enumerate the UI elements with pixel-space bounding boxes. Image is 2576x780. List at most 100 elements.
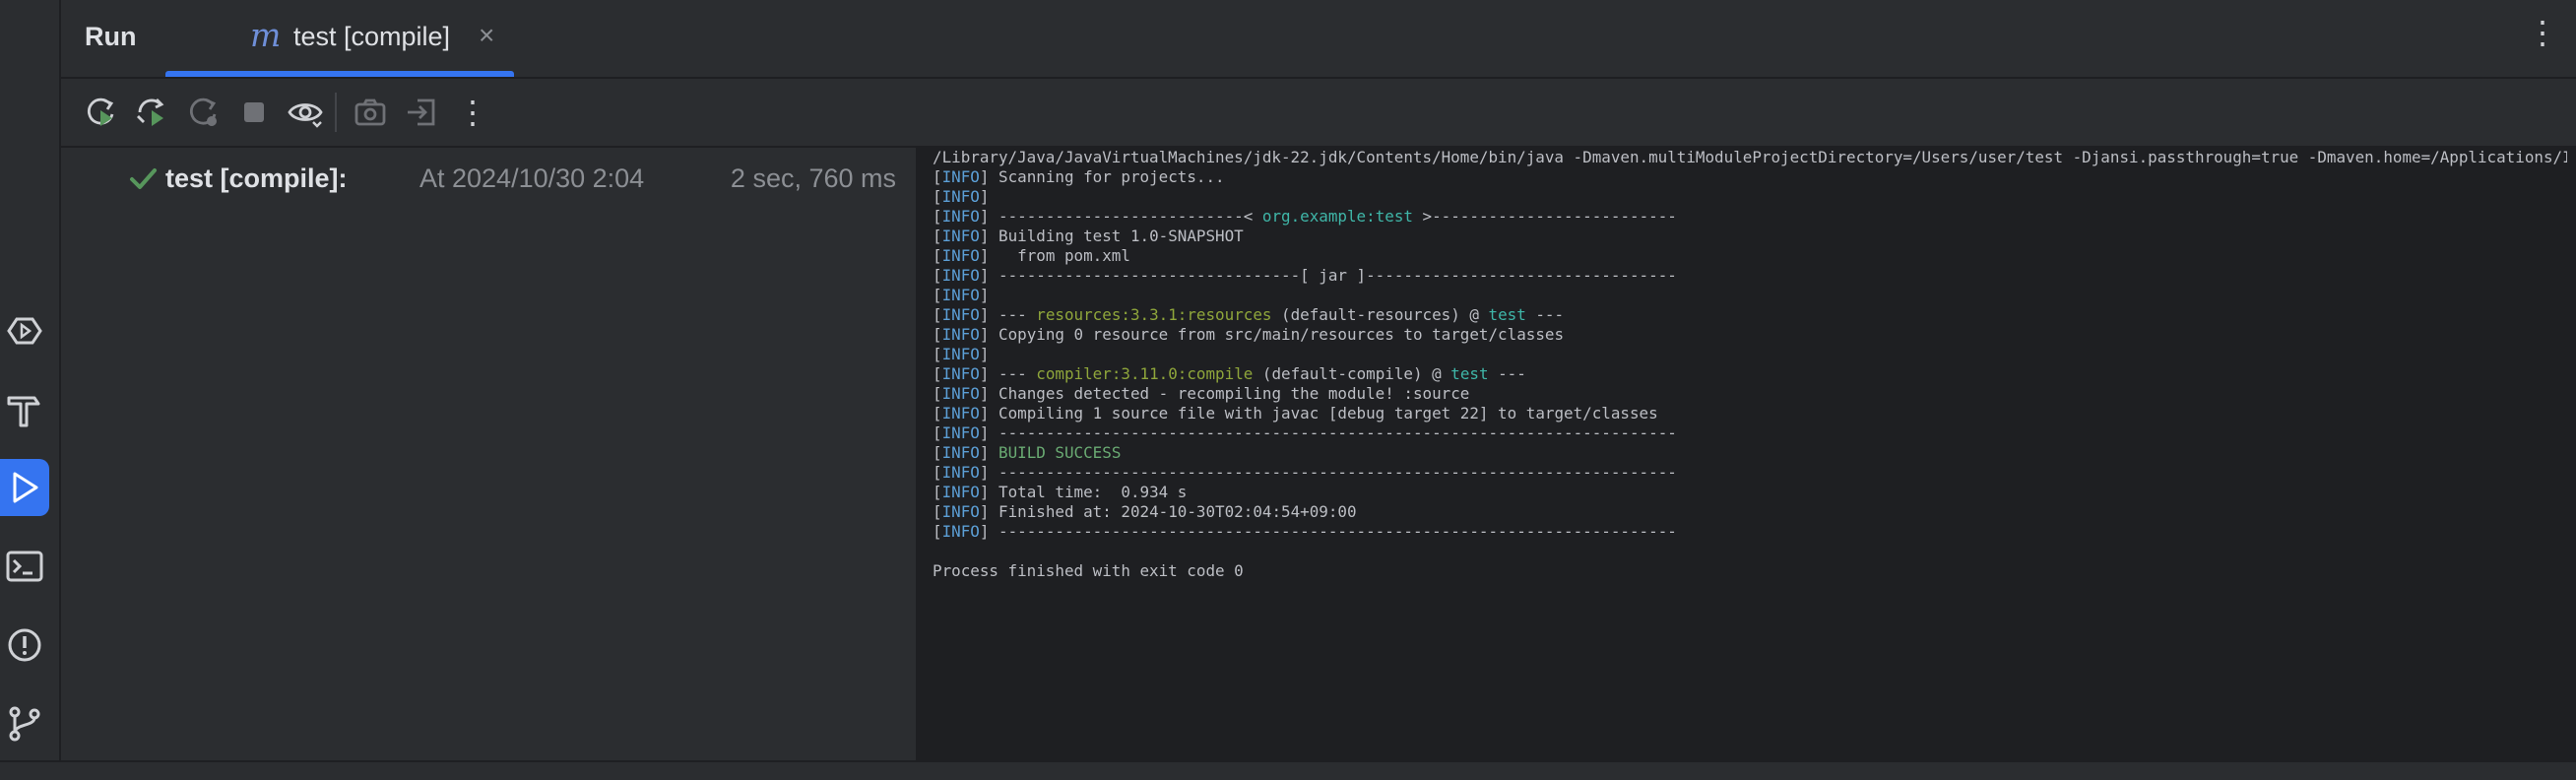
terminal-icon <box>6 551 43 582</box>
console-line: [INFO] <box>933 345 2567 364</box>
build-button[interactable] <box>0 381 49 438</box>
console-text: ----------------------------------------… <box>989 423 1677 442</box>
log-bracket: ] <box>979 502 990 521</box>
log-level-tag: INFO <box>941 167 980 186</box>
console-text: from pom.xml <box>989 246 1130 265</box>
console-text: Finished at: 2024-10-30T02:04:54+09:00 <box>989 502 1357 521</box>
console-line: [INFO] Compiling 1 source file with java… <box>933 404 2567 423</box>
run-tree-item[interactable]: test [compile]: At 2024/10/30 2:04 2 sec… <box>128 162 896 201</box>
git-branch-icon <box>9 706 40 742</box>
close-icon[interactable]: × <box>479 20 494 51</box>
rerun-button[interactable] <box>79 91 122 134</box>
log-bracket: ] <box>979 522 990 541</box>
show-button[interactable] <box>284 91 327 134</box>
run-tool-button[interactable] <box>0 459 49 516</box>
console-line: [INFO] BUILD SUCCESS <box>933 443 2567 463</box>
show-icon <box>288 103 323 128</box>
log-bracket: ] <box>979 167 990 186</box>
log-level-tag: INFO <box>941 345 980 363</box>
log-bracket: [ <box>933 246 942 265</box>
log-bracket: [ <box>933 345 942 363</box>
log-bracket: ] <box>979 325 990 344</box>
export-button[interactable] <box>400 91 443 134</box>
rerun-automatically-button[interactable] <box>181 91 225 134</box>
console-line: [INFO] ---------------------------------… <box>933 522 2567 542</box>
console-text: /Library/Java/JavaVirtualMachines/jdk-22… <box>933 148 2567 166</box>
log-level-tag: INFO <box>941 483 980 501</box>
console-text: BUILD SUCCESS <box>998 443 1122 462</box>
log-bracket: ] <box>979 423 990 442</box>
console-text: test <box>1488 305 1526 324</box>
console-line: [INFO] Finished at: 2024-10-30T02:04:54+… <box>933 502 2567 522</box>
rerun-failed-icon <box>137 98 164 126</box>
log-level-tag: INFO <box>941 423 980 442</box>
console-text: >-------------------------- <box>1412 207 1677 226</box>
log-level-tag: INFO <box>941 443 980 462</box>
log-bracket: [ <box>933 286 942 304</box>
git-button[interactable] <box>0 695 49 752</box>
check-icon <box>130 168 157 189</box>
console-lines: /Library/Java/JavaVirtualMachines/jdk-22… <box>933 148 2567 581</box>
problems-icon <box>8 628 41 662</box>
rerun-automatically-icon <box>189 98 217 126</box>
run-tree-item-time: At 2024/10/30 2:04 <box>419 163 645 193</box>
console-line: [INFO] Total time: 0.934 s <box>933 483 2567 502</box>
console-text: Changes detected - recompiling the modul… <box>989 384 1470 403</box>
run-toolbar: ⋮ <box>61 79 2576 148</box>
log-bracket: [ <box>933 423 942 442</box>
tab-test-compile[interactable]: m test [compile] × <box>165 0 514 77</box>
log-bracket: ] <box>979 443 990 462</box>
log-bracket: ] <box>979 345 990 363</box>
stop-icon <box>244 102 264 122</box>
log-bracket: ] <box>979 286 990 304</box>
console-line: [INFO] Scanning for projects... <box>933 167 2567 187</box>
console-text: org.example:test <box>1261 207 1413 226</box>
problems-button[interactable] <box>0 617 49 674</box>
services-button[interactable] <box>0 302 49 359</box>
console-line: /Library/Java/JavaVirtualMachines/jdk-22… <box>933 148 2567 167</box>
run-tree-item-name: test [compile]: <box>165 163 348 193</box>
services-icon <box>7 317 42 345</box>
console-line: [INFO] ---------------------------------… <box>933 463 2567 483</box>
console-output[interactable]: /Library/Java/JavaVirtualMachines/jdk-22… <box>919 148 2576 762</box>
log-bracket: [ <box>933 522 942 541</box>
console-text: (default-compile) @ <box>1253 364 1451 383</box>
header-more-icon[interactable]: ⋮ <box>2527 14 2558 51</box>
terminal-button[interactable] <box>0 538 49 595</box>
console-line: [INFO] Copying 0 resource from src/main/… <box>933 325 2567 345</box>
console-line: Process finished with exit code 0 <box>933 561 2567 581</box>
log-bracket: [ <box>933 325 942 344</box>
stop-button[interactable] <box>232 91 276 134</box>
console-line: [INFO] --- compiler:3.11.0:compile (defa… <box>933 364 2567 384</box>
log-bracket: [ <box>933 483 942 501</box>
run-tool-header: Run m test [compile] × ⋮ <box>61 0 2576 79</box>
log-bracket: ] <box>979 384 990 403</box>
console-line: [INFO] --- resources:3.3.1:resources (de… <box>933 305 2567 325</box>
log-level-tag: INFO <box>941 522 980 541</box>
console-line: [INFO] Building test 1.0-SNAPSHOT <box>933 227 2567 246</box>
screenshot-button[interactable] <box>349 91 392 134</box>
console-text: Building test 1.0-SNAPSHOT <box>989 227 1244 245</box>
rerun-failed-button[interactable] <box>130 91 173 134</box>
active-tab-indicator <box>165 71 514 77</box>
toolbar-separator <box>335 93 337 132</box>
run-tool-title: Run <box>85 22 137 51</box>
log-level-tag: INFO <box>941 286 980 304</box>
log-bracket: [ <box>933 502 942 521</box>
left-tool-strip <box>0 0 61 780</box>
screenshot-icon <box>354 98 386 126</box>
log-level-tag: INFO <box>941 266 980 285</box>
log-level-tag: INFO <box>941 325 980 344</box>
console-text: (default-resources) @ <box>1271 305 1489 324</box>
console-text: Total time: 0.934 s <box>989 483 1188 501</box>
console-text: --- <box>1525 305 1565 324</box>
log-level-tag: INFO <box>941 246 980 265</box>
log-bracket: [ <box>933 384 942 403</box>
console-text: Process finished with exit code 0 <box>933 561 1244 580</box>
log-bracket: ] <box>979 187 990 206</box>
console-line: [INFO] ---------------------------------… <box>933 423 2567 443</box>
more-icon[interactable]: ⋮ <box>451 91 494 134</box>
log-bracket: [ <box>933 227 942 245</box>
